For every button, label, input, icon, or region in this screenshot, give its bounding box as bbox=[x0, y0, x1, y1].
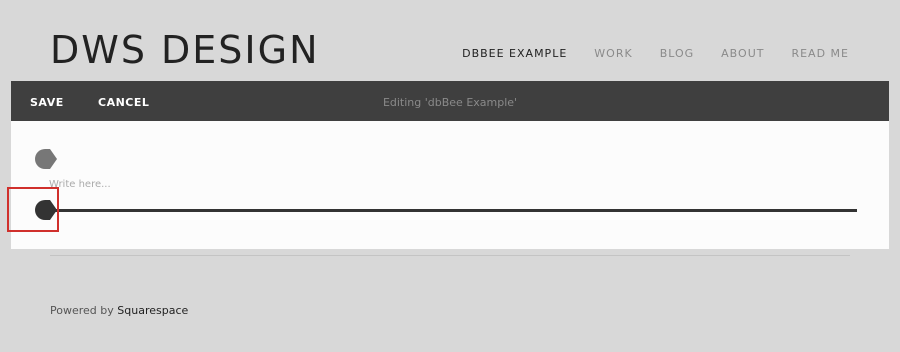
nav-item-read-me[interactable]: READ ME bbox=[791, 47, 849, 60]
nav-item-blog[interactable]: BLOG bbox=[660, 47, 694, 60]
block-drag-handle-icon[interactable] bbox=[35, 149, 57, 169]
highlight-box bbox=[7, 187, 59, 232]
squarespace-link[interactable]: Squarespace bbox=[117, 304, 188, 317]
footer-divider bbox=[50, 255, 850, 256]
nav-item-work[interactable]: WORK bbox=[594, 47, 632, 60]
editor-area: Write here... bbox=[7, 121, 889, 249]
footer-prefix: Powered by bbox=[50, 304, 118, 317]
site-title[interactable]: DWS DESIGN bbox=[50, 31, 320, 69]
main-nav: DBBEE EXAMPLE WORK BLOG ABOUT READ ME bbox=[462, 47, 849, 60]
nav-item-about[interactable]: ABOUT bbox=[721, 47, 764, 60]
editing-status: Editing 'dbBee Example' bbox=[382, 96, 518, 109]
footer: Powered by Squarespace bbox=[50, 304, 188, 317]
editor-toolbar: SAVE CANCEL Editing 'dbBee Example' bbox=[11, 81, 889, 121]
horizontal-line-block[interactable] bbox=[45, 209, 857, 212]
nav-item-dbbee-example[interactable]: DBBEE EXAMPLE bbox=[462, 47, 567, 60]
